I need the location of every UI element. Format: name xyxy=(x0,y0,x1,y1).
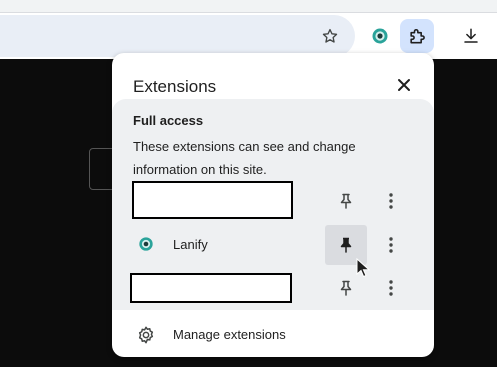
redacted-extension-name xyxy=(130,273,292,303)
pin-button[interactable] xyxy=(325,181,367,221)
download-icon[interactable] xyxy=(455,20,487,52)
section-heading: Full access xyxy=(133,113,204,128)
close-icon xyxy=(398,79,410,91)
more-vert-icon xyxy=(389,237,393,253)
lanify-icon xyxy=(138,236,154,252)
mouse-cursor-icon xyxy=(356,257,371,278)
redacted-extension-name xyxy=(132,181,293,219)
extension-name: Lanify xyxy=(173,237,208,252)
more-vert-icon xyxy=(389,280,393,296)
tab-strip xyxy=(0,0,497,13)
star-icon[interactable] xyxy=(314,20,346,52)
more-options-button[interactable] xyxy=(379,273,403,303)
popup-title: Extensions xyxy=(133,77,217,96)
pin-outline-icon xyxy=(340,280,352,296)
extension-lanify-icon[interactable] xyxy=(364,20,396,52)
more-options-button[interactable] xyxy=(379,186,403,216)
close-button[interactable] xyxy=(392,73,416,97)
pin-filled-icon xyxy=(340,237,352,253)
gear-icon xyxy=(136,325,156,345)
section-description: These extensions can see and change info… xyxy=(133,139,356,177)
address-bar[interactable] xyxy=(0,15,355,57)
extensions-popup: Extensions Full access These extensions … xyxy=(112,53,434,357)
pin-outline-icon xyxy=(340,193,352,209)
more-options-button[interactable] xyxy=(379,230,403,260)
manage-extensions-link[interactable]: Manage extensions xyxy=(112,315,434,357)
manage-extensions-label: Manage extensions xyxy=(173,327,286,342)
more-vert-icon xyxy=(389,193,393,209)
extensions-puzzle-icon[interactable] xyxy=(400,19,434,53)
